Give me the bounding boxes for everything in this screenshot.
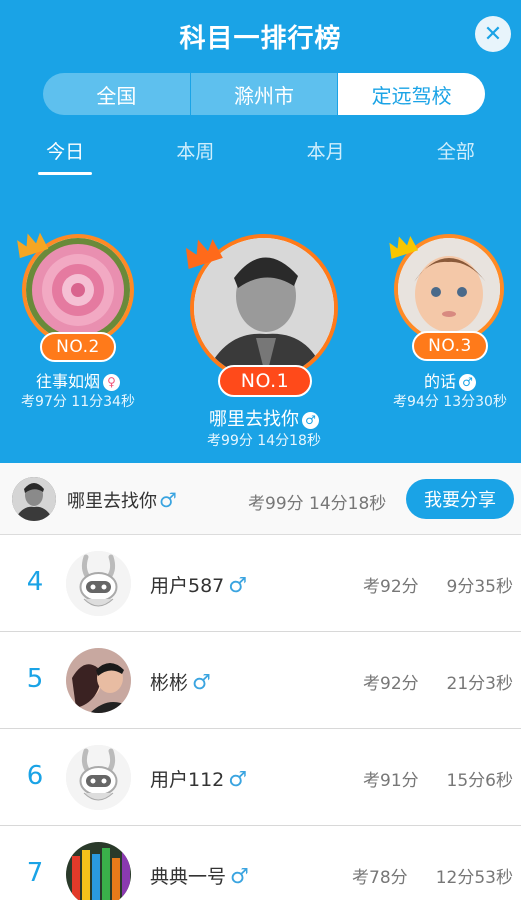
list-item[interactable]: 7 典典一号 ♂ 考78分 12分53秒 bbox=[0, 826, 521, 900]
second-stat: 考97分 11分34秒 bbox=[21, 394, 135, 410]
tab-today[interactable]: 今日 bbox=[0, 133, 130, 179]
male-icon: ♂ bbox=[228, 767, 248, 791]
close-button[interactable]: ✕ bbox=[475, 16, 511, 52]
second-name: 往事如烟 ♀ bbox=[0, 368, 178, 392]
time: 21分3秒 bbox=[446, 674, 513, 694]
user-name-text: 彬彬 bbox=[150, 672, 189, 694]
male-icon: ♂ bbox=[230, 864, 249, 888]
first-name-text: 哪里去找你 bbox=[209, 409, 299, 430]
score: 考92分 bbox=[363, 674, 419, 694]
user-name: 用户587 ♂ bbox=[150, 571, 247, 598]
second-name-text: 往事如烟 bbox=[35, 372, 100, 391]
rank-number: 5 bbox=[26, 664, 44, 694]
couple-photo-image bbox=[66, 648, 131, 713]
robot-avatar-icon bbox=[66, 745, 131, 810]
rank-number: 4 bbox=[26, 567, 44, 597]
male-icon: ♂ bbox=[302, 411, 319, 429]
user-name: 彬彬 ♂ bbox=[150, 668, 211, 695]
rank-number: 7 bbox=[26, 858, 44, 888]
rank-badge-first: NO.1 bbox=[218, 365, 312, 397]
list-item[interactable]: 5 彬彬 ♂ 考92分 21分3秒 bbox=[0, 632, 521, 729]
rank-number: 6 bbox=[26, 761, 44, 791]
tab-city[interactable]: 滁州市 bbox=[191, 73, 339, 115]
share-button[interactable]: 我要分享 bbox=[406, 479, 514, 519]
third-name: 的话 ♂ bbox=[350, 368, 521, 392]
my-name: 哪里去找你 ♂ bbox=[67, 487, 177, 513]
male-icon: ♂ bbox=[192, 670, 211, 694]
rank-badge-third: NO.3 bbox=[412, 331, 488, 361]
my-name-text: 哪里去找你 bbox=[67, 491, 157, 512]
period-tabs: 今日 本周 本月 全部 bbox=[0, 133, 521, 179]
avatar[interactable] bbox=[12, 477, 56, 521]
tab-month[interactable]: 本月 bbox=[261, 133, 391, 179]
tab-school[interactable]: 定远驾校 bbox=[338, 73, 485, 115]
tab-all[interactable]: 全部 bbox=[391, 133, 521, 179]
portrait-image bbox=[12, 477, 56, 521]
first-name: 哪里去找你 ♂ bbox=[164, 405, 364, 431]
avatar[interactable] bbox=[66, 745, 131, 810]
tab-week[interactable]: 本周 bbox=[130, 133, 260, 179]
tab-national[interactable]: 全国 bbox=[43, 73, 191, 115]
ranking-list: 4 用户587 ♂ 考92分 9分35秒 5 彬彬 ♂ 考92分 21分3秒 6… bbox=[0, 535, 521, 900]
page-title: 科目一排行榜 bbox=[179, 24, 342, 54]
avatar[interactable] bbox=[66, 648, 131, 713]
user-name-text: 典典一号 bbox=[150, 866, 227, 888]
score: 考92分 bbox=[363, 577, 419, 597]
rank-badge-second: NO.2 bbox=[40, 332, 116, 362]
time: 9分35秒 bbox=[446, 577, 513, 597]
my-rank-row: 哪里去找你 ♂ 考99分 14分18秒 我要分享 bbox=[0, 463, 521, 535]
time: 15分6秒 bbox=[446, 771, 513, 791]
list-item[interactable]: 4 用户587 ♂ 考92分 9分35秒 bbox=[0, 535, 521, 632]
first-stat: 考99分 14分18秒 bbox=[207, 433, 321, 449]
male-icon: ♂ bbox=[228, 573, 248, 597]
my-stat: 考99分 14分18秒 bbox=[248, 494, 387, 514]
score: 考91分 bbox=[363, 771, 419, 791]
user-name-text: 用户112 bbox=[150, 769, 225, 791]
list-item[interactable]: 6 用户112 ♂ 考91分 15分6秒 bbox=[0, 729, 521, 826]
user-name: 典典一号 ♂ bbox=[150, 862, 249, 889]
avatar[interactable] bbox=[66, 842, 131, 900]
close-icon: ✕ bbox=[483, 21, 503, 47]
user-name-text: 用户587 bbox=[150, 575, 225, 597]
user-name: 用户112 ♂ bbox=[150, 765, 247, 792]
scope-tabs: 全国 滁州市 定远驾校 bbox=[43, 73, 485, 115]
header-panel: 科目一排行榜 ✕ 全国 滁州市 定远驾校 今日 本周 本月 全部 NO.2 往事… bbox=[0, 0, 521, 463]
male-icon: ♂ bbox=[459, 374, 476, 391]
score: 考78分 bbox=[352, 868, 408, 888]
robot-avatar-icon bbox=[66, 551, 131, 616]
male-icon: ♂ bbox=[159, 488, 177, 512]
avatar[interactable] bbox=[66, 551, 131, 616]
female-icon: ♀ bbox=[103, 374, 120, 391]
time: 12分53秒 bbox=[435, 868, 513, 888]
third-stat: 考94分 13分30秒 bbox=[393, 394, 507, 410]
third-name-text: 的话 bbox=[423, 372, 456, 391]
pencils-image bbox=[66, 842, 131, 900]
